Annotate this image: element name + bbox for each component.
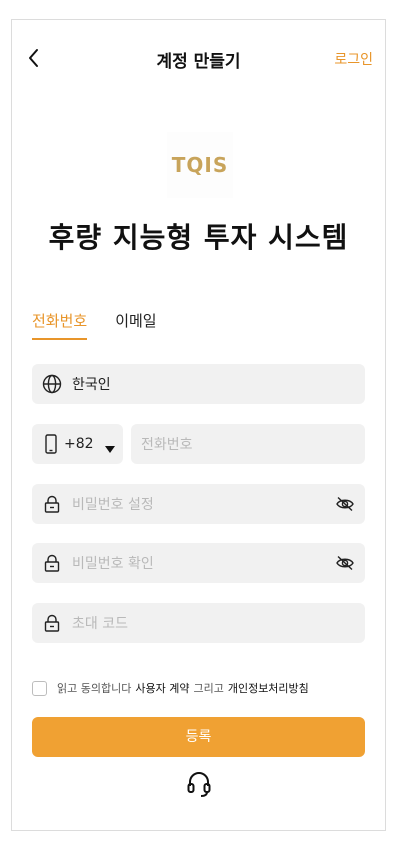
lock-icon	[42, 494, 62, 514]
login-link[interactable]: 로그인	[334, 49, 373, 69]
tab-phone[interactable]: 전화번호	[32, 310, 88, 340]
invite-code-placeholder: 초대 코드	[72, 616, 128, 632]
phone-icon	[44, 434, 58, 454]
password-placeholder: 비밀번호 설정	[72, 497, 154, 513]
header: 계정 만들기 로그인	[12, 20, 385, 98]
register-button[interactable]: 등록	[32, 717, 365, 757]
country-value: 한국인	[72, 377, 111, 393]
password-input[interactable]: 비밀번호 설정	[32, 484, 365, 524]
country-select[interactable]: 한국인	[32, 364, 365, 404]
headset-icon[interactable]	[186, 770, 212, 798]
phone-placeholder: 전화번호	[141, 437, 193, 453]
eye-off-icon[interactable]	[335, 494, 355, 514]
agree-checkbox[interactable]	[32, 680, 47, 696]
phone-input[interactable]: 전화번호	[131, 424, 365, 464]
app-logo: TQIS	[167, 132, 233, 198]
password-confirm-input[interactable]: 비밀번호 확인	[32, 543, 365, 583]
country-code-value: +82	[64, 436, 94, 452]
country-code-select[interactable]: +82	[32, 424, 123, 464]
agreement-joiner: 그리고	[193, 682, 224, 695]
terms-link[interactable]: 사용자 계약	[135, 680, 189, 696]
password-confirm-placeholder: 비밀번호 확인	[72, 556, 154, 572]
logo-text: TQIS	[171, 153, 229, 177]
privacy-link[interactable]: 개인정보처리방침	[228, 680, 309, 696]
lock-icon	[42, 613, 62, 633]
screen: 계정 만들기 로그인 TQIS 후량 지능형 투자 시스템 전화번호 이메일 한…	[11, 19, 386, 831]
hero-title: 후량 지능형 투자 시스템	[48, 221, 349, 254]
invite-code-input[interactable]: 초대 코드	[32, 603, 365, 643]
globe-icon	[42, 374, 62, 394]
signup-method-tabs: 전화번호 이메일	[32, 310, 157, 340]
agreement-row: 읽고 동의합니다 사용자 계약 그리고 개인정보처리방침	[32, 680, 313, 696]
agreement-prefix: 읽고 동의합니다	[57, 682, 132, 695]
eye-off-icon[interactable]	[335, 553, 355, 573]
lock-icon	[42, 553, 62, 573]
page-title: 계정 만들기	[156, 52, 241, 72]
caret-down-icon	[105, 446, 115, 453]
tab-email[interactable]: 이메일	[115, 310, 156, 340]
